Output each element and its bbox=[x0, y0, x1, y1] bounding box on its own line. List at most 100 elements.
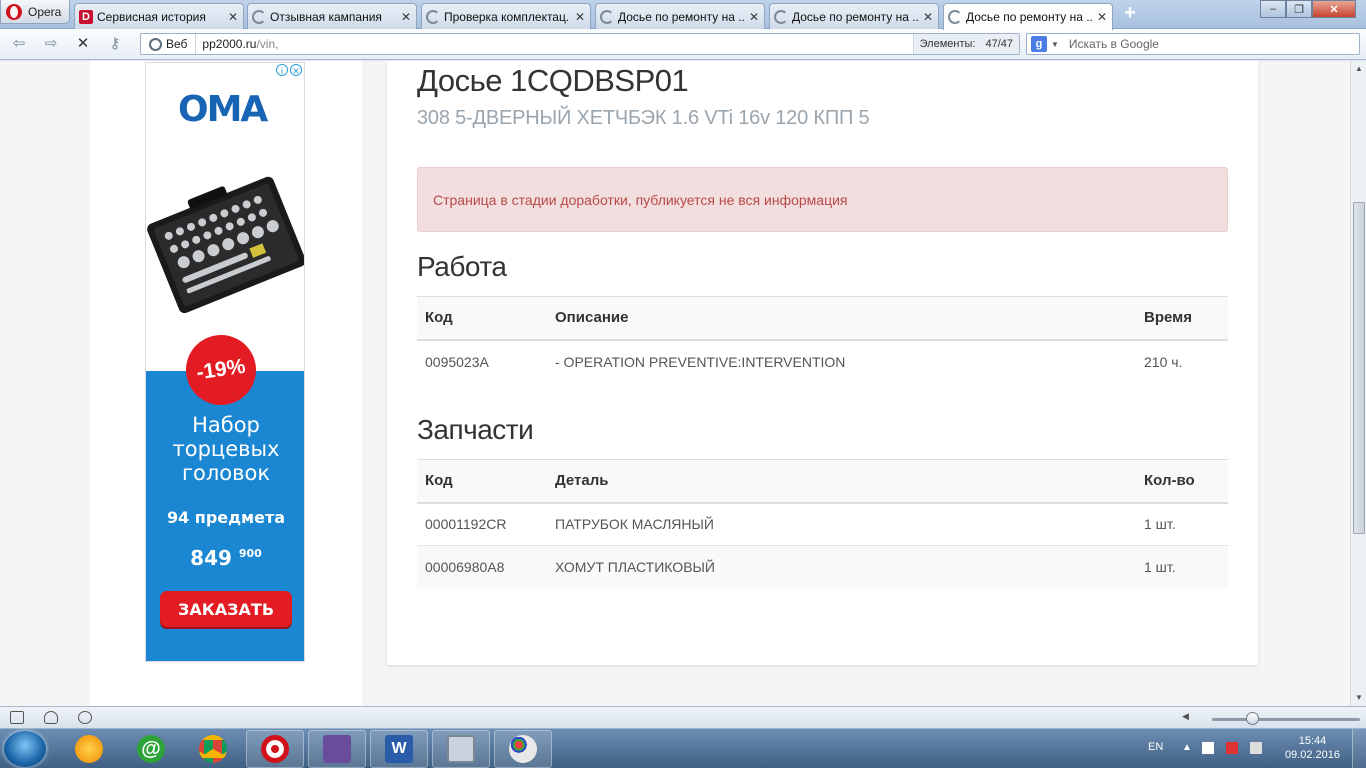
key-icon[interactable]: ⚷ bbox=[104, 34, 126, 54]
tab-service-history[interactable]: D Сервисная история ✕ bbox=[74, 3, 244, 29]
main-content-card: Досье 1CQDBSP01 308 5-ДВЕРНЫЙ ХЕТЧБЭК 1.… bbox=[387, 61, 1258, 665]
browser-status-bar: ◀ bbox=[0, 706, 1366, 728]
work-description-cell: - OPERATION PREVENTIVE:INTERVENTION bbox=[547, 339, 1136, 383]
paint-icon[interactable] bbox=[494, 730, 552, 768]
search-field[interactable]: g ▼ Искать в Google bbox=[1026, 33, 1360, 55]
ad-price-main: 849 bbox=[190, 546, 232, 570]
tab-title: Проверка комплектац... bbox=[444, 9, 570, 24]
opera-menu-button[interactable]: Opera bbox=[0, 0, 70, 24]
page-elements-counter: Элементы: 47/47 bbox=[912, 34, 1019, 54]
vertical-scrollbar[interactable]: ▲ ▼ bbox=[1350, 61, 1366, 706]
new-tab-plus-icon[interactable]: + bbox=[1120, 3, 1140, 24]
close-icon[interactable]: ✕ bbox=[574, 10, 586, 24]
tab-equipment-check[interactable]: Проверка комплектац... ✕ bbox=[421, 3, 591, 29]
socket-set-case-image bbox=[147, 176, 304, 314]
tab-repair-dossier-active[interactable]: Досье по ремонту на ... ✕ bbox=[943, 3, 1113, 30]
url-text[interactable]: pp2000.ru/vin, bbox=[196, 37, 912, 51]
panel-toggle-icon[interactable] bbox=[10, 711, 24, 724]
page-subtitle: 308 5-ДВЕРНЫЙ ХЕТЧБЭК 1.6 VTi 16v 120 КП… bbox=[417, 107, 870, 129]
ad-banner[interactable]: i ✕ OMA -19% Набор торцевых головок 94 п… bbox=[145, 62, 305, 662]
scroll-down-arrow-icon[interactable]: ▼ bbox=[1351, 690, 1366, 706]
power-icon[interactable] bbox=[1226, 742, 1238, 754]
close-icon[interactable]: ✕ bbox=[748, 10, 760, 24]
chrome-icon[interactable] bbox=[184, 730, 242, 768]
ad-item-count: 94 предмета bbox=[166, 508, 286, 527]
action-center-flag-icon[interactable] bbox=[1202, 742, 1214, 754]
show-hidden-icons-icon[interactable]: ▲ bbox=[1182, 742, 1194, 754]
windows-taskbar: @ W EN ▲ 15:44 09.02.2016 bbox=[0, 728, 1366, 768]
table-row: 0095023A - OPERATION PREVENTIVE:INTERVEN… bbox=[417, 339, 1228, 383]
url-path: /vin, bbox=[256, 37, 279, 51]
loading-spinner-icon bbox=[774, 9, 788, 24]
part-code-cell: 00006980A8 bbox=[417, 545, 547, 589]
close-window-button[interactable]: ✕ bbox=[1312, 0, 1356, 18]
system-clock[interactable]: 15:44 09.02.2016 bbox=[1285, 734, 1340, 762]
elements-label: Элементы: bbox=[919, 38, 976, 50]
tab-title: Отзывная кампания bbox=[270, 9, 382, 24]
floppy-save-icon[interactable] bbox=[308, 730, 366, 768]
part-quantity-cell: 1 шт. bbox=[1136, 545, 1228, 589]
google-g-icon[interactable]: g bbox=[1031, 36, 1047, 52]
tab-title: Сервисная история bbox=[97, 9, 206, 24]
forward-arrow-icon[interactable]: ⇨ bbox=[40, 34, 62, 54]
ad-choices[interactable]: i ✕ bbox=[276, 64, 302, 76]
loading-spinner-icon bbox=[252, 9, 266, 24]
part-quantity-cell: 1 шт. bbox=[1136, 502, 1228, 546]
close-icon[interactable]: ✕ bbox=[227, 10, 239, 24]
network-icon[interactable] bbox=[1250, 742, 1262, 754]
stop-loading-icon[interactable]: ✕ bbox=[72, 34, 94, 54]
zoom-arrow-icon[interactable]: ◀ bbox=[1182, 711, 1196, 724]
window-controls: – ❐ ✕ bbox=[1260, 0, 1356, 18]
part-name-cell: ХОМУТ ПЛАСТИКОВЫЙ bbox=[547, 545, 1136, 589]
tab-title: Досье по ремонту на ... bbox=[966, 10, 1092, 24]
zoom-slider[interactable] bbox=[1212, 718, 1360, 721]
info-icon[interactable]: i bbox=[276, 64, 288, 76]
zoom-slider-knob[interactable] bbox=[1246, 712, 1259, 725]
url-host: pp2000.ru bbox=[202, 37, 257, 51]
ad-order-button[interactable]: ЗАКАЗАТЬ bbox=[160, 591, 292, 627]
tab-repair-dossier-1[interactable]: Досье по ремонту на ... ✕ bbox=[595, 3, 765, 29]
work-section-heading: Работа bbox=[417, 251, 507, 282]
opera-menu-label: Opera bbox=[28, 4, 62, 19]
column-header-time: Время bbox=[1136, 296, 1228, 341]
loading-spinner-icon bbox=[600, 9, 614, 24]
tab-repair-dossier-2[interactable]: Досье по ремонту на ... ✕ bbox=[769, 3, 939, 29]
column-header-description: Описание bbox=[547, 296, 1136, 341]
warning-alert: Страница в стадии доработки, публикуется… bbox=[417, 167, 1228, 232]
odnoklassniki-icon[interactable] bbox=[60, 730, 118, 768]
elements-count: 47/47 bbox=[985, 38, 1013, 50]
back-arrow-icon[interactable]: ⇦ bbox=[8, 34, 30, 54]
opera-icon[interactable] bbox=[246, 730, 304, 768]
speed-dial-icon[interactable] bbox=[78, 711, 92, 724]
scroll-up-arrow-icon[interactable]: ▲ bbox=[1351, 61, 1366, 77]
word-icon[interactable]: W bbox=[370, 730, 428, 768]
close-icon[interactable]: ✕ bbox=[922, 10, 934, 24]
chevron-down-icon[interactable]: ▼ bbox=[1051, 40, 1059, 49]
part-name-cell: ПАТРУБОК МАСЛЯНЫЙ bbox=[547, 502, 1136, 546]
url-bar[interactable]: Веб pp2000.ru/vin, Элементы: 47/47 bbox=[140, 33, 1020, 55]
mail-agent-icon[interactable]: @ bbox=[122, 730, 180, 768]
start-orb-icon[interactable] bbox=[4, 731, 46, 767]
close-icon[interactable]: ✕ bbox=[1096, 10, 1108, 24]
loading-spinner-icon bbox=[948, 10, 962, 24]
ad-price: 849 900 bbox=[146, 546, 304, 570]
calculator-icon[interactable] bbox=[432, 730, 490, 768]
web-scope-badge[interactable]: Веб bbox=[141, 34, 197, 54]
close-icon[interactable]: ✕ bbox=[400, 10, 412, 24]
scrollbar-thumb[interactable] bbox=[1353, 202, 1365, 534]
parts-section-heading: Запчасти bbox=[417, 414, 534, 445]
cloud-icon[interactable] bbox=[44, 711, 58, 724]
system-tray: EN ▲ 15:44 09.02.2016 bbox=[1146, 729, 1366, 768]
d-favicon-icon: D bbox=[79, 9, 93, 24]
work-time-cell: 210 ч. bbox=[1136, 339, 1228, 383]
globe-icon bbox=[149, 37, 162, 51]
tab-title: Досье по ремонту на ... bbox=[618, 9, 744, 24]
web-scope-label: Веб bbox=[166, 37, 188, 51]
show-desktop-button[interactable] bbox=[1352, 729, 1366, 768]
minimize-button[interactable]: – bbox=[1260, 0, 1286, 18]
maximize-button[interactable]: ❐ bbox=[1286, 0, 1312, 18]
page-title: Досье 1CQDBSP01 bbox=[417, 63, 689, 98]
tab-recall-campaign[interactable]: Отзывная кампания ✕ bbox=[247, 3, 417, 29]
close-icon[interactable]: ✕ bbox=[290, 64, 302, 76]
language-indicator[interactable]: EN bbox=[1148, 741, 1163, 753]
